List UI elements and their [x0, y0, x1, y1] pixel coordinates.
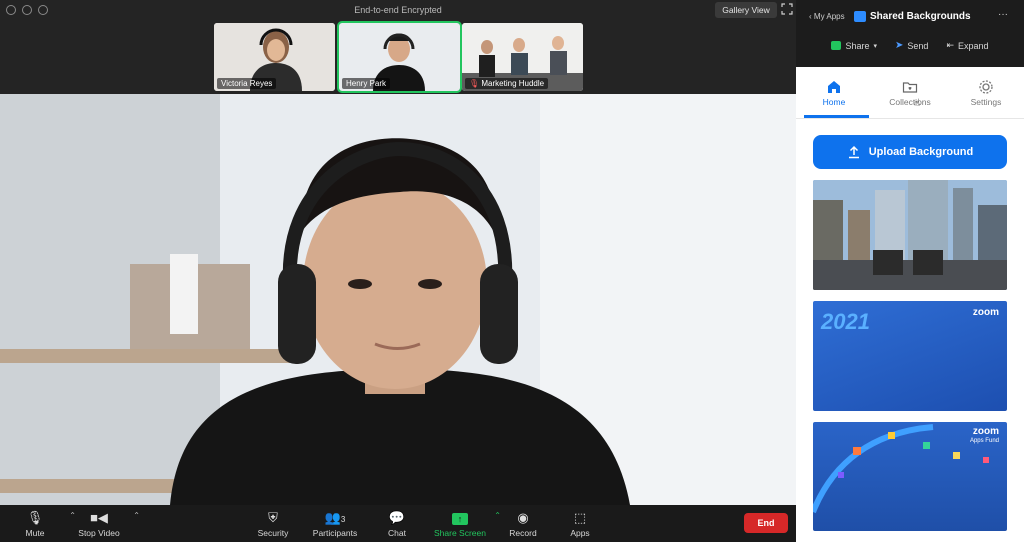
fullscreen-icon[interactable]	[781, 3, 793, 15]
participant-thumb-victoria[interactable]: Victoria Reyes	[214, 23, 335, 91]
share-screen-icon: ↑	[425, 509, 495, 527]
apps-icon: ⬚	[573, 510, 587, 525]
apps-side-panel: ‹ My Apps Shared Backgrounds ··· Share ▾…	[796, 0, 1024, 542]
shield-icon: ⛨	[268, 510, 278, 525]
upload-background-button[interactable]: Upload Background	[813, 135, 1007, 169]
stop-video-label: Stop Video	[78, 528, 120, 538]
participant-name: Victoria Reyes	[217, 78, 277, 89]
share-label: Share	[845, 40, 870, 51]
participants-count: 3	[340, 515, 346, 524]
participant-name: 🎙 Marketing Huddle	[465, 78, 549, 89]
background-card-city[interactable]	[813, 180, 1007, 290]
app-title: Shared Backgrounds	[854, 11, 971, 22]
apps-button[interactable]: ⬚ Apps	[545, 509, 615, 538]
participants-icon: 👥3	[324, 510, 346, 525]
back-to-my-apps-link[interactable]: ‹ My Apps	[809, 12, 845, 21]
share-icon	[831, 41, 842, 50]
share-screen-button[interactable]: ↑ Share Screen ⌃	[425, 509, 501, 538]
panel-actions: Share ▾ ➤ Send ⇤ Expand	[796, 40, 1024, 51]
chevron-up-icon[interactable]: ⌃	[133, 511, 140, 520]
participants-button[interactable]: 👥3 Participants	[300, 509, 370, 538]
participants-label: Participants	[312, 528, 358, 538]
microphone-icon: 🎙	[26, 510, 44, 525]
stop-video-button[interactable]: ■◀ Stop Video ⌃	[64, 509, 140, 538]
gallery-view-button[interactable]: Gallery View	[715, 2, 777, 18]
expand-panel-button[interactable]: ⇤ Expand	[946, 40, 988, 51]
window-title: End-to-end Encrypted	[354, 5, 442, 15]
send-label: Send	[907, 40, 929, 51]
tab-collections[interactable]: Collections	[872, 67, 948, 119]
panel-header: ‹ My Apps Shared Backgrounds ··· Share ▾…	[796, 0, 1024, 67]
background-card-2021[interactable]: 2021 zoom	[813, 301, 1007, 411]
chat-bubble-icon: 💬	[388, 510, 406, 525]
mute-button[interactable]: 🎙 Mute ⌃	[0, 509, 76, 538]
background-card-apps-fund[interactable]: zoom Apps Fund	[813, 422, 1007, 531]
gear-icon	[948, 79, 1024, 97]
participant-name-text: Marketing Huddle	[481, 79, 545, 88]
chat-button[interactable]: 💬 Chat	[362, 509, 432, 538]
background-thumbnail	[813, 180, 1007, 290]
tab-home-label: Home	[822, 97, 846, 107]
speaker-image	[0, 94, 796, 505]
muted-mic-icon: 🎙	[469, 79, 480, 88]
meeting-controls: 🎙 Mute ⌃ ■◀ Stop Video ⌃ ⛨ Security 👥3 P…	[0, 505, 796, 542]
participant-name: Henry Park	[342, 78, 391, 89]
meeting-area: End-to-end Encrypted Gallery View Victor…	[0, 0, 796, 542]
participant-thumb-henry[interactable]: Henry Park	[337, 21, 462, 93]
apps-label: Apps	[570, 528, 590, 538]
chevron-left-icon: ‹	[809, 12, 812, 21]
participant-thumb-marketing[interactable]: 🎙 Marketing Huddle	[462, 23, 583, 91]
chat-label: Chat	[388, 528, 406, 538]
title-bar: End-to-end Encrypted Gallery View Victor…	[0, 0, 796, 94]
folder-icon	[872, 79, 948, 97]
apps-fund-text: Apps Fund	[969, 438, 999, 444]
panel-tabs: Home Collections Settings	[796, 67, 1024, 119]
active-tab-indicator	[804, 115, 869, 118]
back-label: My Apps	[813, 12, 845, 21]
security-label: Security	[257, 528, 289, 538]
share-screen-label: Share Screen	[434, 528, 486, 538]
chevron-down-icon: ▾	[873, 42, 878, 50]
zoom-brand-text: zoom	[972, 426, 999, 437]
home-icon	[796, 79, 872, 97]
more-options-icon[interactable]: ···	[998, 9, 1008, 20]
expand-icon: ⇤	[946, 40, 954, 50]
tab-settings[interactable]: Settings	[948, 67, 1024, 119]
send-icon: ➤	[895, 40, 904, 51]
share-app-button[interactable]: Share ▾	[831, 40, 877, 51]
video-camera-icon: ■◀	[90, 510, 108, 525]
tab-home[interactable]: Home	[796, 67, 872, 119]
tab-settings-label: Settings	[970, 97, 1002, 107]
shared-backgrounds-logo-icon	[854, 11, 866, 22]
card-2021-text: 2021	[821, 309, 870, 334]
active-speaker-video	[0, 94, 796, 505]
zoom-window: End-to-end Encrypted Gallery View Victor…	[0, 0, 1024, 542]
zoom-brand-text: zoom	[972, 307, 999, 318]
mute-label: Mute	[25, 528, 45, 538]
send-app-button[interactable]: ➤ Send	[895, 40, 928, 51]
upload-icon	[848, 145, 859, 159]
end-meeting-button[interactable]: End	[744, 513, 788, 533]
security-button[interactable]: ⛨ Security	[238, 509, 308, 538]
upload-button-label: Upload Background	[868, 146, 974, 158]
expand-label: Expand	[957, 40, 989, 51]
app-name-text: Shared Backgrounds	[870, 11, 971, 22]
mouse-cursor-icon: ☝	[914, 98, 921, 109]
tab-collections-label: Collections	[889, 97, 931, 107]
